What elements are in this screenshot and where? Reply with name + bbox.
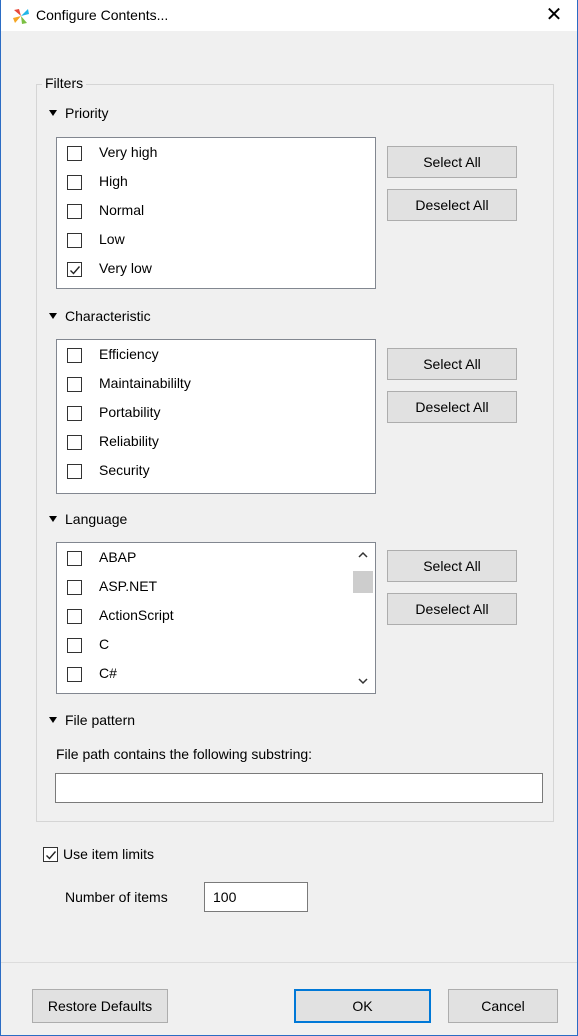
- checkbox[interactable]: [67, 580, 82, 595]
- filters-group-label: Filters: [42, 75, 87, 91]
- file-pattern-input[interactable]: [55, 773, 543, 803]
- item-label: C#: [99, 665, 117, 681]
- characteristic-select-all-button[interactable]: Select All: [387, 348, 517, 380]
- characteristic-list[interactable]: Efficiency Maintainabililty Portability …: [56, 339, 376, 494]
- item-label: C: [99, 636, 110, 652]
- collapse-triangle-icon: [49, 717, 57, 724]
- item-label: Very low: [99, 260, 152, 276]
- collapse-triangle-icon: [49, 313, 57, 320]
- item-label: ActionScript: [99, 607, 174, 623]
- chevron-up-icon[interactable]: [358, 551, 368, 559]
- language-header: Language: [65, 511, 128, 527]
- language-list[interactable]: ABAP ASP.NET ActionScript C C#: [56, 542, 376, 694]
- close-icon: ✕: [545, 4, 563, 26]
- configure-contents-dialog: Configure Contents... ✕ Filters Priority…: [0, 0, 578, 1036]
- language-deselect-all-button[interactable]: Deselect All: [387, 593, 517, 625]
- checkbox[interactable]: [67, 609, 82, 624]
- checkbox-checked[interactable]: [67, 262, 82, 277]
- restore-defaults-button[interactable]: Restore Defaults: [32, 989, 168, 1023]
- use-item-limits-label: Use item limits: [63, 846, 155, 862]
- checkbox[interactable]: [67, 175, 82, 190]
- item-label: Low: [99, 231, 125, 247]
- ok-button[interactable]: OK: [294, 989, 431, 1023]
- app-pinwheel-icon: [13, 9, 29, 24]
- item-label: Maintainabililty: [99, 375, 191, 391]
- item-label: Normal: [99, 202, 145, 218]
- title-bar: Configure Contents... ✕: [1, 0, 577, 31]
- item-label: High: [99, 173, 128, 189]
- checkbox[interactable]: [67, 406, 82, 421]
- scroll-thumb[interactable]: [353, 571, 373, 593]
- file-pattern-description: File path contains the following substri…: [56, 746, 313, 762]
- checkbox[interactable]: [67, 377, 82, 392]
- checkbox[interactable]: [67, 204, 82, 219]
- checkmark-icon: [70, 266, 81, 275]
- priority-header: Priority: [65, 105, 109, 121]
- checkbox[interactable]: [67, 146, 82, 161]
- file-pattern-header: File pattern: [65, 712, 136, 728]
- item-label: ASP.NET: [99, 578, 158, 594]
- chevron-down-icon[interactable]: [358, 677, 368, 685]
- checkbox[interactable]: [67, 435, 82, 450]
- cancel-button[interactable]: Cancel: [448, 989, 558, 1023]
- checkbox[interactable]: [67, 348, 82, 363]
- language-section-toggle[interactable]: Language: [49, 511, 127, 527]
- collapse-triangle-icon: [49, 110, 57, 117]
- priority-section-toggle[interactable]: Priority: [49, 105, 109, 121]
- priority-deselect-all-button[interactable]: Deselect All: [387, 189, 517, 221]
- item-label: ABAP: [99, 549, 137, 565]
- close-button[interactable]: ✕: [531, 0, 577, 31]
- number-of-items-label: Number of items: [65, 889, 168, 905]
- characteristic-header: Characteristic: [65, 308, 151, 324]
- use-item-limits-checkbox[interactable]: [43, 847, 58, 862]
- checkbox[interactable]: [67, 551, 82, 566]
- checkbox[interactable]: [67, 464, 82, 479]
- item-label: Reliability: [99, 433, 159, 449]
- checkbox[interactable]: [67, 638, 82, 653]
- file-pattern-section-toggle[interactable]: File pattern: [49, 712, 135, 728]
- language-list-scrollbar[interactable]: [351, 543, 375, 693]
- language-select-all-button[interactable]: Select All: [387, 550, 517, 582]
- item-label: Very high: [99, 144, 158, 160]
- item-label: Efficiency: [99, 346, 159, 362]
- checkbox[interactable]: [67, 667, 82, 682]
- item-label: Security: [99, 462, 150, 478]
- priority-list[interactable]: Very high High Normal Low Very low: [56, 137, 376, 289]
- priority-select-all-button[interactable]: Select All: [387, 146, 517, 178]
- number-of-items-input[interactable]: 100: [204, 882, 308, 912]
- footer-divider: [1, 962, 577, 963]
- checkbox[interactable]: [67, 233, 82, 248]
- characteristic-deselect-all-button[interactable]: Deselect All: [387, 391, 517, 423]
- item-label: Portability: [99, 404, 161, 420]
- checkmark-icon: [46, 851, 57, 860]
- characteristic-section-toggle[interactable]: Characteristic: [49, 308, 151, 324]
- collapse-triangle-icon: [49, 516, 57, 523]
- window-title: Configure Contents...: [36, 7, 169, 23]
